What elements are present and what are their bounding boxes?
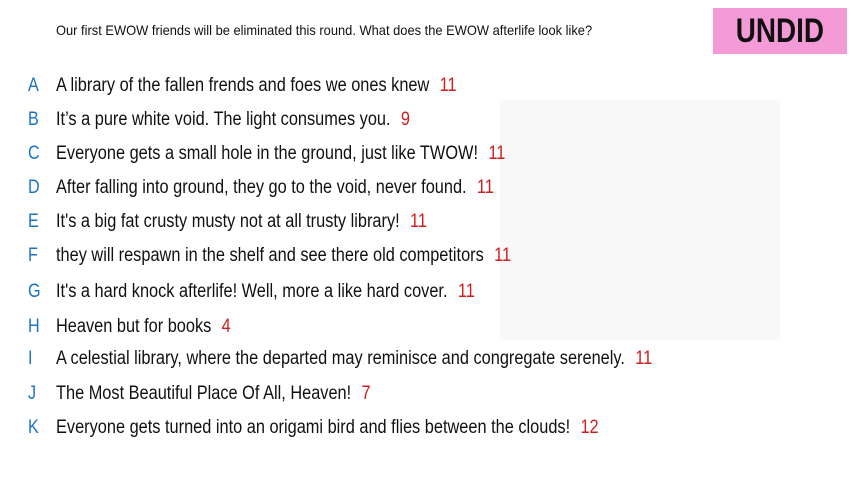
response-body: A library of the fallen frends and foes … xyxy=(56,75,430,96)
response-letter: B xyxy=(28,109,39,130)
response-text: Heaven but for books 4 xyxy=(56,316,231,338)
response-count: 11 xyxy=(457,281,475,302)
response-body: Everyone gets a small hole in the ground… xyxy=(56,143,479,164)
response-count: 11 xyxy=(635,348,653,369)
response-list: A A library of the fallen frends and foe… xyxy=(0,0,853,480)
slide: { "prompt": "Our first EWOW friends will… xyxy=(0,0,853,480)
response-body: Heaven but for books xyxy=(56,316,212,337)
response-count: 7 xyxy=(361,383,371,404)
response-text: It's a big fat crusty musty not at all t… xyxy=(56,211,427,233)
response-count: 11 xyxy=(409,211,427,232)
response-text: A library of the fallen frends and foes … xyxy=(56,75,457,97)
response-body: After falling into ground, they go to th… xyxy=(56,177,467,198)
response-count: 12 xyxy=(580,417,599,438)
response-text: After falling into ground, they go to th… xyxy=(56,177,494,199)
response-text: The Most Beautiful Place Of All, Heaven!… xyxy=(56,383,371,405)
response-body: It’s a pure white void. The light consum… xyxy=(56,109,391,130)
response-count: 9 xyxy=(400,109,410,130)
response-text: It’s a pure white void. The light consum… xyxy=(56,109,410,131)
response-text: A celestial library, where the departed … xyxy=(56,348,652,370)
response-letter: K xyxy=(28,417,39,438)
response-letter: A xyxy=(28,75,39,96)
response-letter: D xyxy=(28,177,40,198)
response-letter: H xyxy=(28,316,40,337)
response-body: The Most Beautiful Place Of All, Heaven! xyxy=(56,383,352,404)
response-text: Everyone gets turned into an origami bir… xyxy=(56,417,599,439)
response-letter: F xyxy=(28,245,38,266)
response-text: It's a hard knock afterlife! Well, more … xyxy=(56,281,475,303)
response-body: It's a big fat crusty musty not at all t… xyxy=(56,211,400,232)
response-body: A celestial library, where the departed … xyxy=(56,348,625,369)
response-count: 11 xyxy=(439,75,457,96)
response-count: 11 xyxy=(494,245,512,266)
response-body: It's a hard knock afterlife! Well, more … xyxy=(56,281,448,302)
response-body: they will respawn in the shelf and see t… xyxy=(56,245,484,266)
response-body: Everyone gets turned into an origami bir… xyxy=(56,417,571,438)
response-count: 11 xyxy=(488,143,506,164)
response-text: they will respawn in the shelf and see t… xyxy=(56,245,511,267)
response-count: 11 xyxy=(476,177,494,198)
response-count: 4 xyxy=(221,316,231,337)
response-letter: E xyxy=(28,211,39,232)
response-letter: G xyxy=(28,281,41,302)
response-letter: I xyxy=(28,348,33,369)
response-text: Everyone gets a small hole in the ground… xyxy=(56,143,505,165)
response-letter: C xyxy=(28,143,40,164)
response-letter: J xyxy=(28,383,37,404)
